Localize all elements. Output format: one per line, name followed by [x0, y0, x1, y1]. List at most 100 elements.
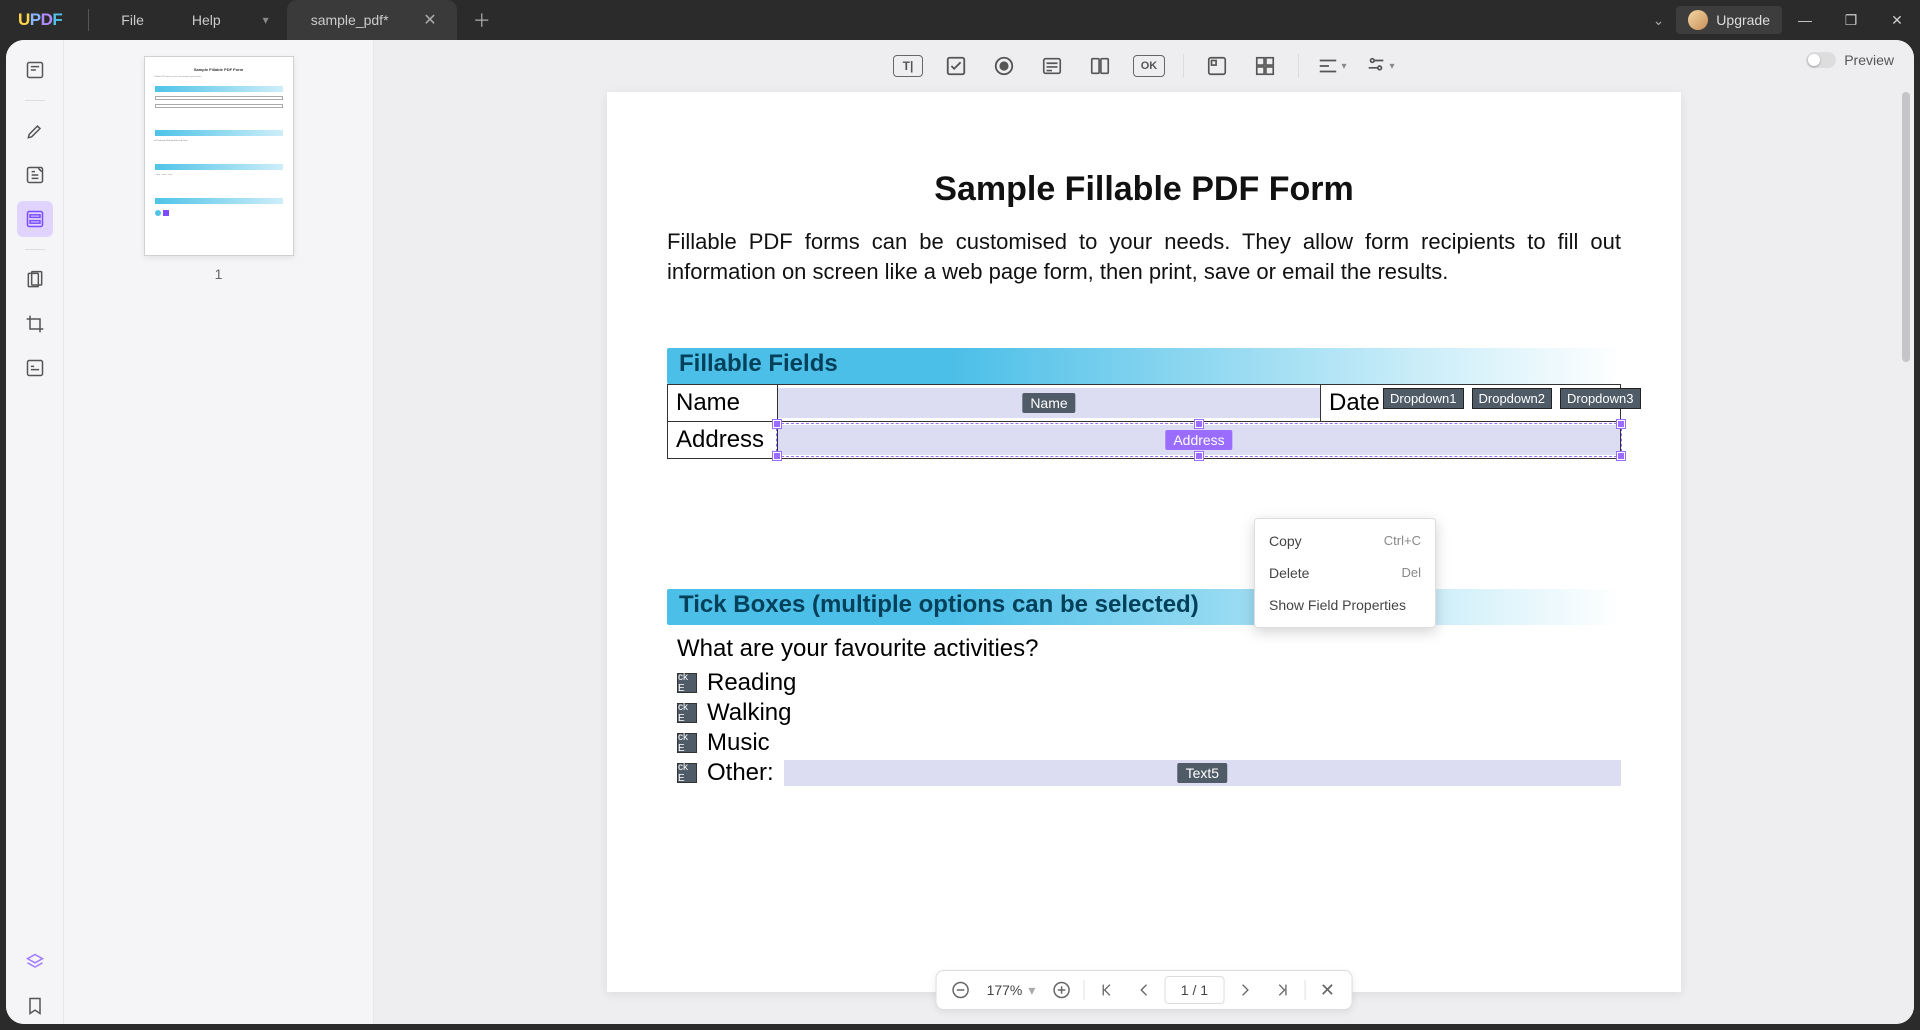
thumbnail-pagenum: 1 — [76, 266, 361, 282]
checkbox-field[interactable]: ck E — [677, 763, 697, 783]
zoom-dropdown-icon[interactable]: ▾ — [1028, 982, 1035, 999]
name-field-cell[interactable]: Name — [778, 385, 1321, 422]
dropdown1-field[interactable]: Dropdown1 — [1383, 388, 1464, 409]
logo-p: P — [30, 10, 41, 29]
logo-d: D — [41, 10, 53, 29]
context-copy-shortcut: Ctrl+C — [1384, 533, 1421, 549]
thumbnail-panel: Sample Fillable PDF Form Fillable PDF fo… — [64, 40, 374, 1024]
first-page-icon[interactable] — [1092, 976, 1120, 1004]
toggle-switch[interactable] — [1806, 52, 1836, 68]
tick-row: ck E Music — [677, 729, 1621, 757]
align-tool-icon[interactable]: ▾ — [1317, 51, 1347, 81]
context-delete-shortcut: Del — [1401, 565, 1421, 581]
form-toolbar: T| OK ▾ ▾ — [374, 40, 1914, 92]
context-delete[interactable]: Delete Del — [1255, 557, 1435, 589]
avatar-icon — [1688, 10, 1708, 30]
image-field-tool-icon[interactable] — [1202, 51, 1232, 81]
tick-label-reading: Reading — [707, 669, 796, 697]
text-field-tool-icon[interactable]: T| — [893, 55, 923, 77]
resize-handle[interactable] — [1617, 420, 1625, 428]
toolbar-separator-2 — [1298, 54, 1299, 78]
preview-label: Preview — [1844, 52, 1894, 68]
bookmark-icon[interactable] — [17, 988, 53, 1024]
tick-row: ck E Other: Text5 — [677, 759, 1621, 787]
resize-handle[interactable] — [1195, 420, 1203, 428]
zoom-in-icon[interactable] — [1047, 976, 1075, 1004]
checkbox-field[interactable]: ck E — [677, 673, 697, 693]
organize-pages-icon[interactable] — [17, 262, 53, 298]
context-copy-label: Copy — [1269, 533, 1302, 549]
checkbox-tool-icon[interactable] — [941, 51, 971, 81]
resize-handle[interactable] — [773, 420, 781, 428]
dropdown2-field[interactable]: Dropdown2 — [1472, 388, 1553, 409]
radio-tool-icon[interactable] — [989, 51, 1019, 81]
name-field-tag[interactable]: Name — [1022, 393, 1075, 413]
zoom-out-icon[interactable] — [947, 976, 975, 1004]
address-field-cell[interactable]: Address — [778, 422, 1621, 459]
tick-label-other: Other: — [707, 759, 774, 787]
label-name: Name — [668, 385, 778, 422]
page-thumbnail[interactable]: Sample Fillable PDF Form Fillable PDF fo… — [144, 56, 294, 256]
logo-f: F — [52, 10, 62, 29]
tab-close-icon[interactable]: ✕ — [417, 8, 442, 32]
address-field-tag[interactable]: Address — [1165, 430, 1232, 450]
table-row: Name Name Date Dropdown1 Dropdown2 Dro — [668, 385, 1621, 422]
dropdown3-field[interactable]: Dropdown3 — [1560, 388, 1641, 409]
next-page-icon[interactable] — [1232, 976, 1260, 1004]
left-sidebar — [6, 40, 64, 1024]
checkbox-field[interactable]: ck E — [677, 733, 697, 753]
dropdown-tool-icon[interactable] — [1037, 51, 1067, 81]
listbox-tool-icon[interactable] — [1085, 51, 1115, 81]
title-dropdown-icon[interactable]: ⌄ — [1641, 12, 1677, 29]
recent-dropdown[interactable]: ▾ — [245, 13, 287, 27]
scrollbar-thumb[interactable] — [1902, 92, 1910, 362]
logo-u: U — [18, 10, 30, 29]
vertical-scrollbar[interactable] — [1902, 92, 1912, 976]
highlighter-icon[interactable] — [17, 113, 53, 149]
context-menu: Copy Ctrl+C Delete Del Show Field Proper… — [1254, 518, 1436, 628]
bottom-navigation: 177% ▾ ✕ — [936, 970, 1353, 1010]
button-tool-icon[interactable]: OK — [1133, 55, 1165, 77]
pdf-page[interactable]: Sample Fillable PDF Form Fillable PDF fo… — [607, 92, 1681, 992]
tick-label-walking: Walking — [707, 699, 791, 727]
menu-file[interactable]: File — [97, 0, 168, 40]
label-date: Date Dropdown1 Dropdown2 Dropdown3 — [1321, 385, 1621, 422]
reader-mode-icon[interactable] — [17, 52, 53, 88]
form-editor-icon[interactable] — [17, 201, 53, 237]
other-text-field[interactable]: Text5 — [784, 760, 1621, 786]
crop-icon[interactable] — [17, 306, 53, 342]
resize-handle[interactable] — [773, 452, 781, 460]
text5-field-tag[interactable]: Text5 — [1178, 763, 1227, 783]
section-header-tickboxes: Tick Boxes (multiple options can be sele… — [667, 589, 1621, 625]
new-tab-button[interactable]: ＋ — [457, 7, 507, 33]
redact-icon[interactable] — [17, 350, 53, 386]
upgrade-button[interactable]: Upgrade — [1676, 6, 1782, 34]
close-nav-icon[interactable]: ✕ — [1313, 976, 1341, 1004]
window-close-icon[interactable]: ✕ — [1874, 0, 1920, 40]
context-delete-label: Delete — [1269, 565, 1309, 581]
preview-toggle[interactable]: Preview — [1806, 52, 1894, 68]
form-settings-icon[interactable]: ▾ — [1365, 51, 1395, 81]
edit-text-icon[interactable] — [17, 157, 53, 193]
context-properties[interactable]: Show Field Properties — [1255, 589, 1435, 621]
titlebar: UPDF File Help ▾ sample_pdf* ✕ ＋ ⌄ Upgra… — [0, 0, 1920, 40]
app-logo: UPDF — [0, 10, 80, 30]
resize-handle[interactable] — [1617, 452, 1625, 460]
zoom-level[interactable]: 177% ▾ — [983, 982, 1040, 999]
page-input[interactable] — [1164, 976, 1224, 1004]
grid-tool-icon[interactable] — [1250, 51, 1280, 81]
window-maximize-icon[interactable]: ❐ — [1828, 0, 1874, 40]
upgrade-label: Upgrade — [1716, 12, 1770, 28]
menu-help[interactable]: Help — [168, 0, 245, 40]
label-address: Address — [668, 422, 778, 459]
zoom-value: 177% — [987, 982, 1023, 998]
last-page-icon[interactable] — [1268, 976, 1296, 1004]
resize-handle[interactable] — [1195, 452, 1203, 460]
window-minimize-icon[interactable]: — — [1782, 0, 1828, 40]
prev-page-icon[interactable] — [1128, 976, 1156, 1004]
tick-row: ck E Reading — [677, 669, 1621, 697]
context-copy[interactable]: Copy Ctrl+C — [1255, 525, 1435, 557]
document-tab[interactable]: sample_pdf* ✕ — [287, 0, 457, 40]
layers-icon[interactable] — [17, 944, 53, 980]
checkbox-field[interactable]: ck E — [677, 703, 697, 723]
